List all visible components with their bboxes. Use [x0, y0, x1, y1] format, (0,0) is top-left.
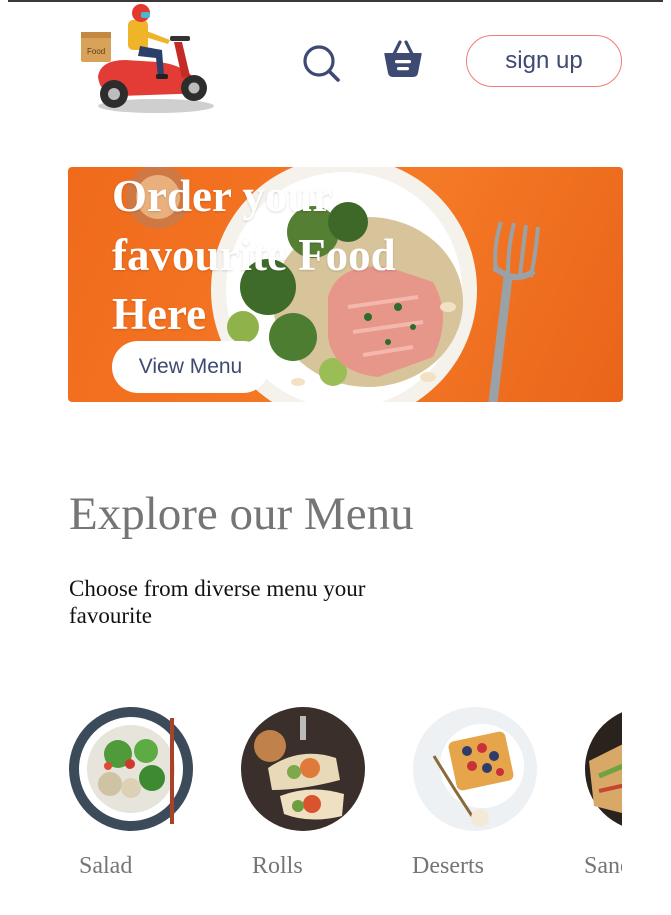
category-label: Salad — [79, 853, 133, 879]
salad-bowl-image — [69, 707, 193, 831]
hero-title: Order your favourite Food Here — [112, 171, 396, 339]
category-label: Sandwich — [584, 853, 622, 879]
category-rolls[interactable]: Rolls — [240, 706, 390, 896]
category-deserts[interactable]: Deserts — [412, 706, 562, 896]
rolls-image — [241, 707, 365, 831]
signup-button[interactable]: sign up — [466, 35, 622, 87]
section-subtitle: Choose from diverse menu your favourite — [69, 576, 366, 628]
basket-icon[interactable] — [382, 38, 424, 80]
category-label: Deserts — [412, 853, 484, 879]
category-sandwich[interactable]: Sandwich — [584, 706, 622, 896]
category-salad[interactable]: Salad — [68, 706, 218, 896]
search-icon[interactable] — [300, 42, 342, 84]
view-menu-button[interactable]: View Menu — [112, 341, 269, 393]
sandwich-image — [585, 712, 622, 826]
waffle-image — [413, 707, 537, 831]
category-list: Salad Rolls Deserts San — [68, 706, 622, 906]
logo-box-text: Food — [87, 47, 105, 56]
section-title: Explore our Menu — [69, 488, 414, 540]
delivery-scooter-icon[interactable]: Food — [78, 2, 218, 117]
hero-banner: Order your favourite Food Here View Menu — [68, 167, 623, 402]
category-label: Rolls — [252, 853, 303, 879]
